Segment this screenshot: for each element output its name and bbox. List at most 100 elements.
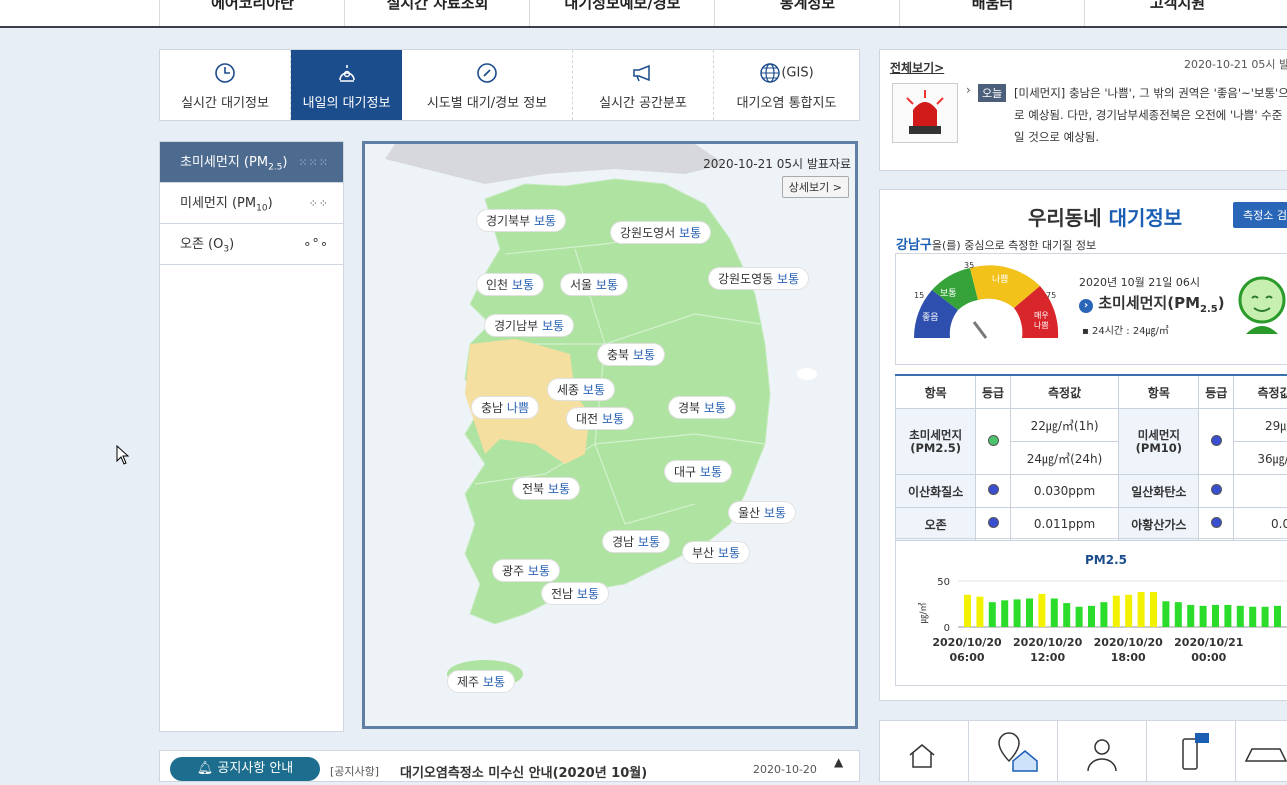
forecast-tabs: 실시간 대기정보 내일의 대기정보 시도별 대기/경보 정보 실시간 공간분포 …: [159, 49, 860, 121]
status-dot: [987, 484, 999, 495]
air-gauge: 좋음 보통 나쁨 매우 나쁨 15 35 75: [913, 261, 1059, 339]
top-navigation: 에어코리아란 실시간 자료조회 대기정보예보/경보 통계정보 배움터 고객지원: [0, 0, 1287, 28]
region-label[interactable]: 인천 보통: [477, 274, 544, 295]
nav-item[interactable]: 고객지원: [1084, 0, 1270, 26]
forecast-news: 전체보기> 2020-10-21 05시 발... › 오늘 [미세먼지] 충남…: [879, 49, 1287, 171]
pm25-chart: PM2.5 ㎍/㎥ 50 0 2020/10/20 06:00 2020/10/20 12:0…: [895, 538, 1287, 686]
location-home-icon[interactable]: [969, 721, 1058, 781]
region-label[interactable]: 세종 보통: [548, 379, 615, 400]
forecast-icon: [291, 62, 402, 84]
chevron-right-icon: ›: [1079, 299, 1093, 313]
x-tick-label: 06:00: [949, 651, 984, 664]
clock-icon: [160, 62, 290, 84]
svg-text:나쁨: 나쁨: [1034, 321, 1049, 330]
mobile-alert-icon[interactable]: [1147, 721, 1236, 781]
tab-sido[interactable]: 시도별 대기/경보 정보: [402, 50, 573, 120]
region-label[interactable]: 충남 나쁨: [472, 397, 539, 418]
tab-spatial[interactable]: 실시간 공간분포: [573, 50, 714, 120]
home-icon[interactable]: [880, 721, 969, 781]
tab-realtime[interactable]: 실시간 대기정보: [160, 50, 291, 120]
siren-icon: [892, 83, 958, 143]
chart-bar: [1088, 605, 1095, 627]
notice-title[interactable]: 🔔︎ 공지사항 안내: [170, 757, 320, 781]
chart-bar: [964, 594, 971, 627]
svg-text:좋음: 좋음: [922, 312, 939, 323]
chart-bar: [1137, 592, 1145, 627]
map-date: 2020-10-21 05시 발표자료: [703, 157, 851, 171]
today-badge: 오늘: [978, 84, 1007, 102]
svg-text:75: 75: [1046, 291, 1056, 300]
region-label[interactable]: 강원도영동 보통: [709, 268, 809, 289]
y-axis-label: ㎍/㎥: [918, 602, 929, 623]
view-all-link[interactable]: 전체보기>: [890, 59, 944, 76]
nav-item[interactable]: 배움터: [899, 0, 1085, 26]
pm25-bar-chart: PM2.5 ㎍/㎥ 50 0 2020/10/20 06:00 2020/10/20 12:0…: [918, 553, 1287, 664]
side-item-pm25[interactable]: 초미세먼지 (PM2.5) ⁙⁙⁙: [160, 142, 343, 183]
megaphone-icon: [573, 62, 713, 84]
chart-title: PM2.5: [1085, 553, 1127, 567]
side-item-o3[interactable]: 오존 (O3) ∘°∘: [160, 224, 343, 265]
chart-bar: [1162, 601, 1170, 627]
chart-bar: [1249, 606, 1257, 627]
tab-tomorrow[interactable]: 내일의 대기정보: [291, 50, 402, 120]
quick-icons: [879, 720, 1287, 782]
y-tick-label: 0: [944, 623, 950, 634]
region-label[interactable]: 서울 보통: [561, 274, 628, 295]
region-label[interactable]: 제주 보통: [448, 671, 515, 692]
station-search-button[interactable]: 측정소 검: [1233, 202, 1287, 228]
district-name: 강남구: [896, 238, 932, 253]
svg-text:15: 15: [914, 291, 924, 300]
status-dot: [987, 517, 999, 528]
detail-button[interactable]: 상세보기 >: [781, 176, 849, 198]
local-air-info: 우리동네 대기정보 측정소 검 강남구을(를) 중심으로 측정한 대기질 정보 …: [879, 189, 1287, 701]
car-icon[interactable]: [1236, 721, 1287, 781]
chart-bar: [1075, 606, 1083, 627]
region-label[interactable]: 경기북부 보통: [477, 210, 566, 231]
chart-bar: [1112, 595, 1120, 627]
measurement-table: 항목등급측정값 항목등급측정값 초미세먼지(PM2.5) 22㎍/㎥(1h) 미…: [894, 374, 1287, 541]
chart-bar: [1236, 605, 1244, 627]
region-label[interactable]: 경북 보통: [669, 397, 736, 418]
chart-bar: [1125, 594, 1133, 627]
gauge-card: 좋음 보통 나쁨 매우 나쁨 15 35 75 2020년 10월 21일 06…: [895, 253, 1287, 365]
nav-item[interactable]: 실시간 자료조회: [344, 0, 530, 26]
region-label[interactable]: 경남 보통: [603, 531, 670, 552]
molecule-icon: ∘°∘: [303, 237, 329, 252]
region-label[interactable]: 전북 보통: [513, 478, 580, 499]
person-icon[interactable]: [1058, 721, 1147, 781]
chart-bar: [1274, 605, 1281, 627]
region-label[interactable]: 전남 보통: [542, 583, 609, 604]
region-label[interactable]: 부산 보통: [683, 542, 750, 563]
svg-text:35: 35: [964, 261, 974, 270]
table-row: 초미세먼지 (PM2.5): [894, 408, 977, 475]
chart-bar: [1038, 593, 1046, 627]
nav-item[interactable]: 통계정보: [714, 0, 900, 26]
nav-item[interactable]: 대기정보예보/경보: [529, 0, 715, 26]
side-item-pm10[interactable]: 미세먼지 (PM10) ⁘⁘: [160, 183, 343, 224]
nav-item[interactable]: 에어코리아란: [159, 0, 345, 26]
korea-map: [385, 144, 817, 688]
notice-link[interactable]: 대기오염측정소 미수신 안내(2020년 10월): [400, 762, 647, 781]
region-label[interactable]: 광주 보통: [493, 560, 560, 581]
chart-bar: [976, 596, 984, 627]
region-label[interactable]: 경기남부 보통: [485, 315, 574, 336]
status-dot: [1210, 434, 1222, 446]
notice-bar: 🔔︎ 공지사항 안내 [공지사항] 대기오염측정소 미수신 안내(2020년 1…: [159, 750, 860, 782]
chart-bar: [1187, 604, 1195, 627]
gauge-icon: [402, 62, 572, 84]
tab-gis[interactable]: (GIS) 대기오염 통합지도: [714, 50, 859, 120]
y-tick-label: 50: [937, 577, 950, 588]
region-label[interactable]: 강원도영서 보통: [611, 222, 711, 243]
arrow-up-icon[interactable]: ▲: [834, 755, 843, 769]
x-tick-label: 2020/10/21: [1174, 636, 1243, 649]
mascot-icon: [1236, 274, 1287, 346]
region-label[interactable]: 울산 보통: [729, 502, 796, 523]
x-tick-label: 18:00: [1111, 651, 1146, 664]
status-dot: [1210, 484, 1222, 495]
region-label[interactable]: 대전 보통: [567, 408, 634, 429]
region-label[interactable]: 대구 보통: [665, 461, 732, 482]
fine-dots-icon: ⁙⁙⁙: [298, 156, 329, 169]
region-label[interactable]: 충북 보통: [598, 344, 665, 365]
chart-bar: [1050, 598, 1058, 627]
news-date: 2020-10-21 05시 발...: [1184, 58, 1287, 71]
